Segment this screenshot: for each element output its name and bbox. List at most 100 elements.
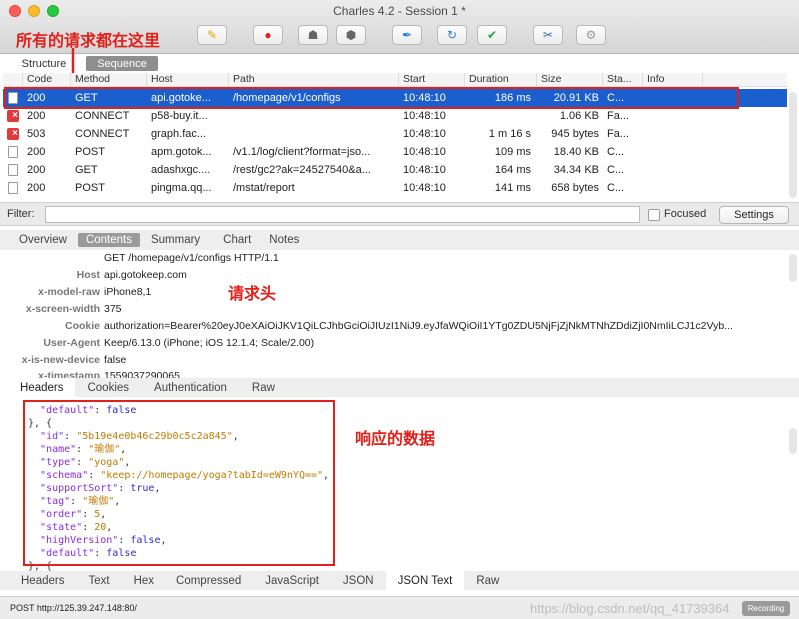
request-line: GET /homepage/v1/configs HTTP/1.1	[104, 252, 279, 264]
tab-request-raw[interactable]: Raw	[236, 378, 284, 397]
cell-status: Fa...	[607, 110, 630, 122]
header-row: x-timestamp 1559037290065	[38, 370, 180, 378]
filter-bar: Filter: Focused Settings	[0, 202, 799, 226]
cell-duration: 164 ms	[494, 164, 531, 176]
cell-method: POST	[75, 146, 105, 158]
table-scrollbar[interactable]	[789, 92, 797, 198]
cell-path: /rest/gc2?ak=24527540&a...	[233, 164, 371, 176]
cell-host: apm.gotok...	[151, 146, 212, 158]
tab-response-raw[interactable]: Raw	[464, 571, 508, 590]
status-text: POST http://125.39.247.148:80/	[10, 603, 137, 613]
header-row: Host api.gotokeep.com	[76, 269, 187, 281]
cell-status: C...	[607, 146, 625, 158]
annotation-all-requests: 所有的请求都在这里	[16, 31, 161, 50]
record-button[interactable]: ●	[253, 25, 283, 45]
cell-host: adashxgc....	[151, 164, 211, 176]
column-header-info[interactable]: Info	[643, 73, 703, 86]
column-header-host[interactable]: Host	[147, 73, 229, 86]
compose-button[interactable]: ✒	[392, 25, 422, 45]
filter-settings-button[interactable]: Settings	[719, 206, 789, 224]
cell-code: 200	[27, 146, 46, 158]
tab-notes[interactable]: Notes	[260, 230, 308, 250]
focused-checkbox[interactable]	[648, 209, 660, 221]
filter-input[interactable]	[45, 206, 640, 223]
window-title: Charles 4.2 - Session 1 *	[333, 4, 466, 18]
tab-summary[interactable]: Summary	[142, 230, 209, 250]
tab-response-headers[interactable]: Headers	[0, 571, 76, 590]
table-row[interactable]: × 503 CONNECT graph.fac... 10:48:10 1 m …	[3, 125, 787, 143]
annotation-response-data: 响应的数据	[355, 429, 436, 448]
column-header-icon[interactable]	[3, 73, 23, 86]
cell-size: 945 bytes	[551, 128, 599, 140]
tab-response-hex[interactable]: Hex	[122, 571, 166, 590]
cell-start: 10:48:10	[403, 146, 446, 158]
cell-status: Fa...	[607, 128, 630, 140]
detail-tabs: Overview Contents Summary Chart Notes	[0, 230, 799, 250]
tab-request-headers[interactable]: Headers	[0, 378, 76, 397]
cell-duration: 109 ms	[494, 146, 531, 158]
response-scrollbar[interactable]	[789, 428, 797, 454]
column-header-status[interactable]: Sta...	[603, 73, 643, 86]
tools-button[interactable]: ✂	[533, 25, 563, 45]
throttle-button[interactable]: ☗	[298, 25, 328, 45]
cell-code: 503	[27, 128, 46, 140]
broom-icon: ✎	[206, 28, 218, 42]
header-row: x-model-raw iPhone8,1	[38, 286, 152, 298]
tab-structure[interactable]: Structure	[13, 56, 75, 71]
cell-method: CONNECT	[75, 110, 130, 122]
cell-size: 18.40 KB	[553, 146, 599, 158]
repeat-icon: ↻	[446, 28, 458, 42]
breakpoints-button[interactable]: ⬢	[336, 25, 366, 45]
document-icon	[3, 146, 23, 158]
tab-overview[interactable]: Overview	[0, 230, 76, 250]
table-row[interactable]: 200 POST pingma.qq... /mstat/report 10:4…	[3, 179, 787, 197]
cell-status: C...	[607, 182, 625, 194]
failed-icon: ×	[3, 128, 23, 140]
tab-request-cookies[interactable]: Cookies	[75, 378, 138, 397]
tab-response-json[interactable]: JSON	[331, 571, 386, 590]
tab-response-text[interactable]: Text	[76, 571, 121, 590]
tab-response-compressed[interactable]: Compressed	[166, 571, 253, 590]
cell-host: pingma.qq...	[151, 182, 212, 194]
headers-scrollbar[interactable]	[789, 254, 797, 282]
cell-host: graph.fac...	[151, 128, 207, 140]
cell-size: 658 bytes	[551, 182, 599, 194]
tab-response-javascript[interactable]: JavaScript	[253, 571, 331, 590]
tab-chart[interactable]: Chart	[209, 230, 260, 250]
annotation-box-selected-request	[4, 87, 739, 109]
request-tabs: Headers Cookies Authentication Raw	[0, 378, 799, 397]
table-row[interactable]: 200 GET adashxgc.... /rest/gc2?ak=245275…	[3, 161, 787, 179]
column-header-size[interactable]: Size	[537, 73, 603, 86]
column-header-method[interactable]: Method	[71, 73, 147, 86]
clear-session-button[interactable]: ✎	[197, 25, 227, 45]
repeat-button[interactable]: ↻	[437, 25, 467, 45]
table-row[interactable]: × 200 CONNECT p58-buy.it... 10:48:10 1.0…	[3, 107, 787, 125]
tools-icon: ✂	[542, 28, 554, 42]
tab-response-json-text[interactable]: JSON Text	[385, 571, 465, 590]
tab-contents[interactable]: Contents	[77, 233, 140, 247]
validate-check-icon: ✔	[486, 28, 498, 42]
response-tabs: Headers Text Hex Compressed JavaScript J…	[0, 571, 799, 590]
focused-label: Focused	[664, 208, 707, 220]
validate-button[interactable]: ✔	[477, 25, 507, 45]
cell-method: CONNECT	[75, 128, 130, 140]
column-header-duration[interactable]: Duration	[465, 73, 537, 86]
recording-indicator[interactable]: Recording	[742, 601, 790, 616]
tab-request-authentication[interactable]: Authentication	[138, 378, 236, 397]
tab-sequence[interactable]: Sequence	[86, 56, 158, 71]
settings-gear-icon: ⚙	[585, 28, 597, 42]
column-header-path[interactable]: Path	[229, 73, 399, 86]
cell-code: 200	[27, 110, 46, 122]
cell-start: 10:48:10	[403, 182, 446, 194]
cell-duration: 1 m 16 s	[488, 128, 531, 140]
annotation-request-header: 请求头	[228, 284, 277, 303]
cell-start: 10:48:10	[403, 164, 446, 176]
failed-icon: ×	[3, 110, 23, 122]
table-row[interactable]: 200 POST apm.gotok... /v1.1/log/client?f…	[3, 143, 787, 161]
cell-method: GET	[75, 164, 98, 176]
settings-button[interactable]: ⚙	[576, 25, 606, 45]
cell-size: 1.06 KB	[559, 110, 599, 122]
column-header-start[interactable]: Start	[399, 73, 465, 86]
cell-size: 34.34 KB	[553, 164, 599, 176]
column-header-code[interactable]: Code	[23, 73, 71, 86]
